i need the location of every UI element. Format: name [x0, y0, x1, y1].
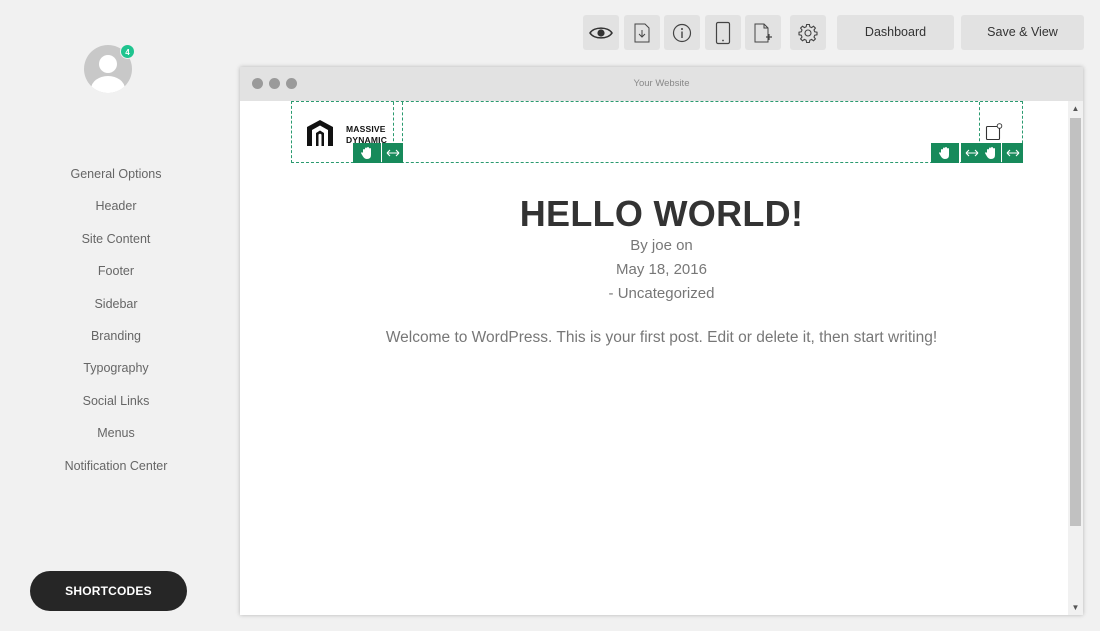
sidebar-item-typography[interactable]: Typography: [0, 356, 232, 388]
browser-titlebar: Your Website: [240, 67, 1083, 101]
drag-handle[interactable]: [353, 143, 381, 163]
info-button[interactable]: [664, 15, 700, 50]
resize-handle[interactable]: [961, 143, 982, 163]
resize-handle[interactable]: [382, 143, 403, 163]
sidebar-item-footer[interactable]: Footer: [0, 259, 232, 291]
drag-handle[interactable]: [980, 143, 1001, 163]
sidebar-item-sidebar[interactable]: Sidebar: [0, 292, 232, 324]
sidebar-item-social-links[interactable]: Social Links: [0, 389, 232, 421]
sidebar: 4 General Options Header Site Content Fo…: [0, 0, 232, 631]
resize-arrows-icon: [1006, 149, 1019, 157]
save-and-view-button[interactable]: Save & View: [961, 15, 1084, 50]
scroll-down-icon[interactable]: ▼: [1068, 600, 1083, 615]
browser-title: Your Website: [633, 78, 690, 89]
gear-icon: [798, 23, 818, 43]
header-builder-zone[interactable]: MASSIVE DYNAMIC: [291, 101, 1023, 163]
tablet-icon: [715, 21, 731, 44]
resize-handle[interactable]: [1002, 143, 1023, 163]
post-date[interactable]: May 18, 2016: [240, 261, 1083, 278]
logo-column[interactable]: MASSIVE DYNAMIC: [292, 102, 403, 163]
sidebar-item-notification-center[interactable]: Notification Center: [0, 454, 232, 486]
hand-icon: [984, 147, 995, 159]
info-icon: [672, 23, 692, 42]
resize-arrows-icon: [386, 149, 399, 157]
post-byline[interactable]: By joe on: [240, 237, 1083, 254]
post-category[interactable]: - Uncategorized: [240, 285, 1083, 302]
sidebar-item-general-options[interactable]: General Options: [0, 162, 232, 194]
import-icon: [634, 23, 650, 42]
scrollbar[interactable]: ▲ ▼: [1068, 101, 1083, 615]
sidebar-menu: General Options Header Site Content Foot…: [0, 162, 232, 486]
new-page-button[interactable]: [745, 15, 781, 50]
new-page-icon: [754, 23, 772, 42]
sidebar-item-header[interactable]: Header: [0, 194, 232, 226]
preview-button[interactable]: [583, 15, 619, 50]
post-title[interactable]: HELLO WORLD!: [240, 193, 1083, 235]
import-button[interactable]: [624, 15, 660, 50]
settings-button[interactable]: [790, 15, 826, 50]
shortcodes-button[interactable]: SHORTCODES: [30, 571, 187, 611]
eye-icon: [589, 26, 613, 39]
shopping-bag-icon[interactable]: [985, 123, 1003, 141]
resize-arrows-icon: [965, 149, 978, 157]
hand-icon: [939, 147, 949, 159]
sidebar-item-menus[interactable]: Menus: [0, 421, 232, 453]
massive-dynamic-logo-icon: [307, 120, 333, 146]
sidebar-item-branding[interactable]: Branding: [0, 324, 232, 356]
post-body[interactable]: Welcome to WordPress. This is your first…: [240, 329, 1083, 347]
sidebar-item-site-content[interactable]: Site Content: [0, 227, 232, 259]
drag-handle[interactable]: [931, 143, 959, 163]
site-viewport: MASSIVE DYNAMIC HELLO WORLD! By joe on M…: [240, 101, 1083, 615]
logo-text-line1: MASSIVE: [346, 124, 386, 134]
scroll-up-icon[interactable]: ▲: [1068, 101, 1083, 116]
dashboard-button[interactable]: Dashboard: [837, 15, 954, 50]
website-preview-frame: Your Website MASSIVE DYNAMIC HELLO WORLD…: [240, 67, 1083, 615]
hand-icon: [361, 147, 371, 159]
responsive-preview-button[interactable]: [705, 15, 741, 50]
scrollbar-thumb[interactable]: [1070, 118, 1081, 526]
notification-badge[interactable]: 4: [120, 44, 135, 59]
